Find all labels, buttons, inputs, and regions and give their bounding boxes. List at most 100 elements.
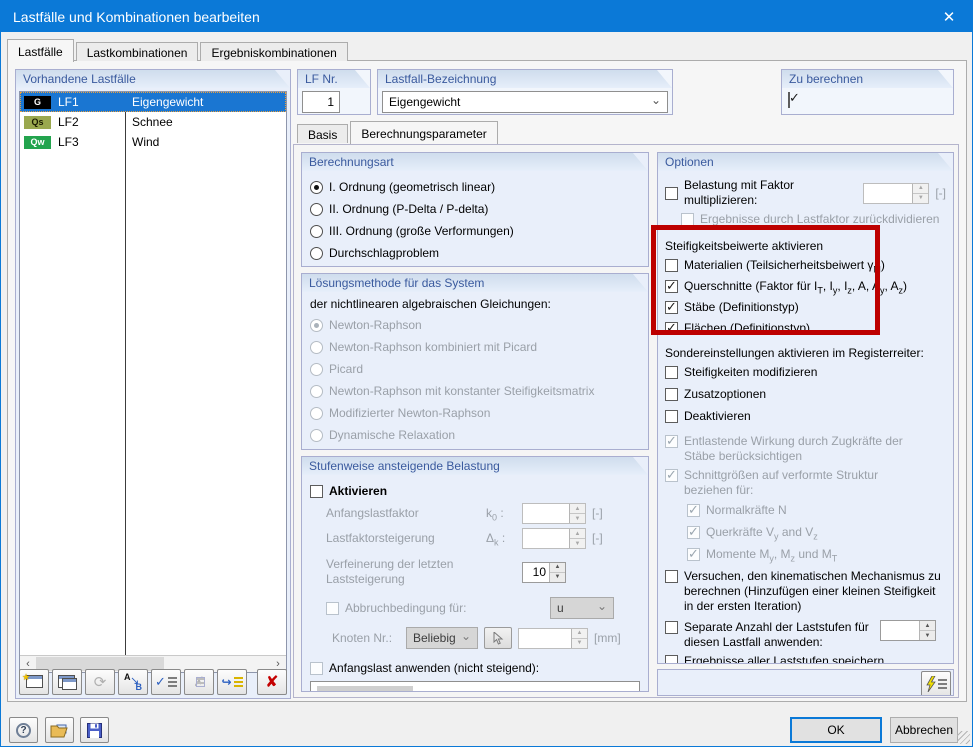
- calculation-parameters-button[interactable]: [921, 671, 951, 696]
- list-item-lf3[interactable]: Qw LF3 Wind: [20, 132, 286, 152]
- cancel-button[interactable]: Abbrechen: [890, 717, 958, 743]
- radio-icon: [310, 203, 323, 216]
- lf-nr-input[interactable]: 1: [302, 91, 340, 113]
- titlebar[interactable]: Lastfälle und Kombinationen bearbeiten: [1, 1, 972, 32]
- knoten-spinner: [518, 628, 588, 649]
- querschnitte-checkbox[interactable]: [665, 280, 678, 293]
- list-column-divider: [125, 92, 126, 656]
- copy-loadcase-icon2: [62, 678, 77, 690]
- unit-label: [-]: [592, 528, 640, 549]
- flaechen-row[interactable]: Flächen (Definitionstyp): [665, 321, 946, 336]
- speichern-row[interactable]: Ergebnisse aller Laststufen speichern: [665, 654, 946, 664]
- tab-basis[interactable]: Basis: [297, 124, 348, 143]
- help-button[interactable]: ?: [9, 717, 38, 743]
- loadcase-list[interactable]: G LF1 Eigengewicht Qs LF2 Schnee Qw LF3 …: [19, 91, 287, 673]
- anfangslast-row: Anfangslast anwenden (nicht steigend):: [310, 661, 640, 676]
- unit-label: [mm]: [594, 628, 621, 649]
- tab-berechnungsparameter[interactable]: Berechnungsparameter: [350, 121, 497, 144]
- belastung-faktor-checkbox[interactable]: [665, 187, 678, 200]
- open-button[interactable]: [45, 717, 74, 743]
- zusatzoptionen-checkbox[interactable]: [665, 388, 678, 401]
- spin-up-icon[interactable]: [550, 563, 565, 573]
- renumber-icon: [94, 673, 107, 691]
- loadcase-id: LF1: [58, 95, 79, 109]
- radio-ordnung-1[interactable]: I. Ordnung (geometrisch linear): [310, 180, 640, 195]
- tab-lastfaelle[interactable]: Lastfälle: [7, 39, 74, 62]
- existing-loadcases-group: Vorhandene Lastfälle G LF1 Eigengewicht …: [15, 69, 291, 699]
- calc-strip: [657, 669, 954, 696]
- spinner-value: [519, 629, 571, 648]
- rename-loadcase-button[interactable]: A ↘ B: [118, 669, 148, 695]
- materialien-row[interactable]: Materialien (Teilsicherheitsbeiwert γM): [665, 258, 946, 273]
- zusatzoptionen-row[interactable]: Zusatzoptionen: [665, 387, 946, 402]
- staebe-row[interactable]: Stäbe (Definitionstyp): [665, 300, 946, 315]
- belastung-faktor-row: Belastung mit Faktor multiplizieren: [-]: [665, 178, 946, 208]
- schnittgroessen-checkbox: [665, 469, 678, 482]
- loadcase-toolbar: ★ A ↘ B: [19, 668, 287, 695]
- list-item-lf1[interactable]: G LF1 Eigengewicht: [20, 92, 286, 112]
- knoten-combobox: Beliebig: [406, 627, 478, 649]
- schnittgroessen-label: Schnittgrößen auf verformte Struktur bez…: [684, 468, 894, 498]
- radio-label: Newton-Raphson: [329, 318, 422, 333]
- radio-durchschlag[interactable]: Durchschlagproblem: [310, 246, 640, 261]
- ok-button[interactable]: OK: [790, 717, 882, 743]
- radio-icon: [310, 407, 323, 420]
- new-loadcase-button[interactable]: ★: [19, 669, 49, 695]
- verfeinerung-spinner[interactable]: 10: [522, 562, 566, 583]
- knoten-row: Knoten Nr.: Beliebig [mm]: [332, 627, 640, 649]
- berechnungsart-header: Berechnungsart: [302, 153, 648, 171]
- aktivieren-checkbox-row[interactable]: Aktivieren: [310, 484, 640, 499]
- save-button[interactable]: [80, 717, 109, 743]
- zu-berechnen-checkbox[interactable]: [788, 92, 790, 108]
- list-lines-icon: [938, 679, 947, 689]
- spin-down-icon[interactable]: [550, 573, 565, 582]
- cursor-pick-icon: [493, 632, 504, 645]
- resize-grip[interactable]: [957, 731, 970, 744]
- spin-down-icon[interactable]: [920, 631, 935, 640]
- querschnitte-row[interactable]: Querschnitte (Faktor für IT, Iy, Iz, A, …: [665, 279, 946, 294]
- main-tabs: Lastfälle Lastkombinationen Ergebniskomb…: [7, 39, 350, 61]
- activate-all-button[interactable]: [151, 669, 181, 695]
- steifigkeiten-modifizieren-row[interactable]: Steifigkeiten modifizieren: [665, 365, 946, 380]
- versuchen-row[interactable]: Versuchen, den kinematischen Mechanismus…: [665, 569, 946, 614]
- deaktivieren-row[interactable]: Deaktivieren: [665, 409, 946, 424]
- versuchen-checkbox[interactable]: [665, 570, 678, 583]
- loadcase-type-badge: Qw: [24, 136, 51, 149]
- materialien-checkbox[interactable]: [665, 259, 678, 272]
- spin-up-icon[interactable]: [920, 621, 935, 631]
- anfangslast-checkbox: [310, 662, 323, 675]
- speichern-checkbox[interactable]: [665, 655, 678, 664]
- tab-lastkombinationen[interactable]: Lastkombinationen: [76, 42, 199, 61]
- radio-ordnung-2[interactable]: II. Ordnung (P-Delta / P-delta): [310, 202, 640, 217]
- deaktivieren-checkbox[interactable]: [665, 410, 678, 423]
- list-item-lf2[interactable]: Qs LF2 Schnee: [20, 112, 286, 132]
- separate-row[interactable]: Separate Anzahl der Laststufen für diese…: [665, 620, 946, 650]
- steifigkeiten-modifizieren-checkbox[interactable]: [665, 366, 678, 379]
- momente-checkbox: [687, 548, 700, 561]
- to-calculate-list-button[interactable]: [217, 669, 247, 695]
- separate-checkbox[interactable]: [665, 621, 678, 634]
- radio-ordnung-3[interactable]: III. Ordnung (große Verformungen): [310, 224, 640, 239]
- zu-berechnen-group: Zu berechnen: [781, 69, 954, 115]
- radio-icon: [310, 225, 323, 238]
- abbruchbedingung-checkbox: [326, 602, 339, 615]
- aktivieren-checkbox[interactable]: [310, 485, 323, 498]
- delete-loadcase-button[interactable]: [257, 669, 287, 695]
- querkraefte-checkbox: [687, 526, 700, 539]
- momente-label: Momente My, Mz und MT: [706, 547, 837, 562]
- copy-loadcase-button[interactable]: [52, 669, 82, 695]
- aktivieren-label: Aktivieren: [329, 484, 387, 499]
- list-lines-icon: [196, 677, 205, 687]
- loadcase-id: LF2: [58, 115, 79, 129]
- folder-open-icon: [50, 723, 69, 738]
- param-tabs: Basis Berechnungsparameter: [297, 121, 500, 143]
- bezeichnung-combobox[interactable]: Eigengewicht: [382, 91, 668, 113]
- dk-symbol: Δk :: [486, 531, 522, 546]
- spin-down-icon: [913, 194, 928, 203]
- close-button[interactable]: ✕: [926, 1, 972, 32]
- separate-spinner[interactable]: [880, 620, 936, 641]
- tab-ergebniskombinationen[interactable]: Ergebniskombinationen: [200, 42, 347, 61]
- spinner-value: 10: [523, 563, 549, 582]
- staebe-checkbox[interactable]: [665, 301, 678, 314]
- flaechen-checkbox[interactable]: [665, 322, 678, 335]
